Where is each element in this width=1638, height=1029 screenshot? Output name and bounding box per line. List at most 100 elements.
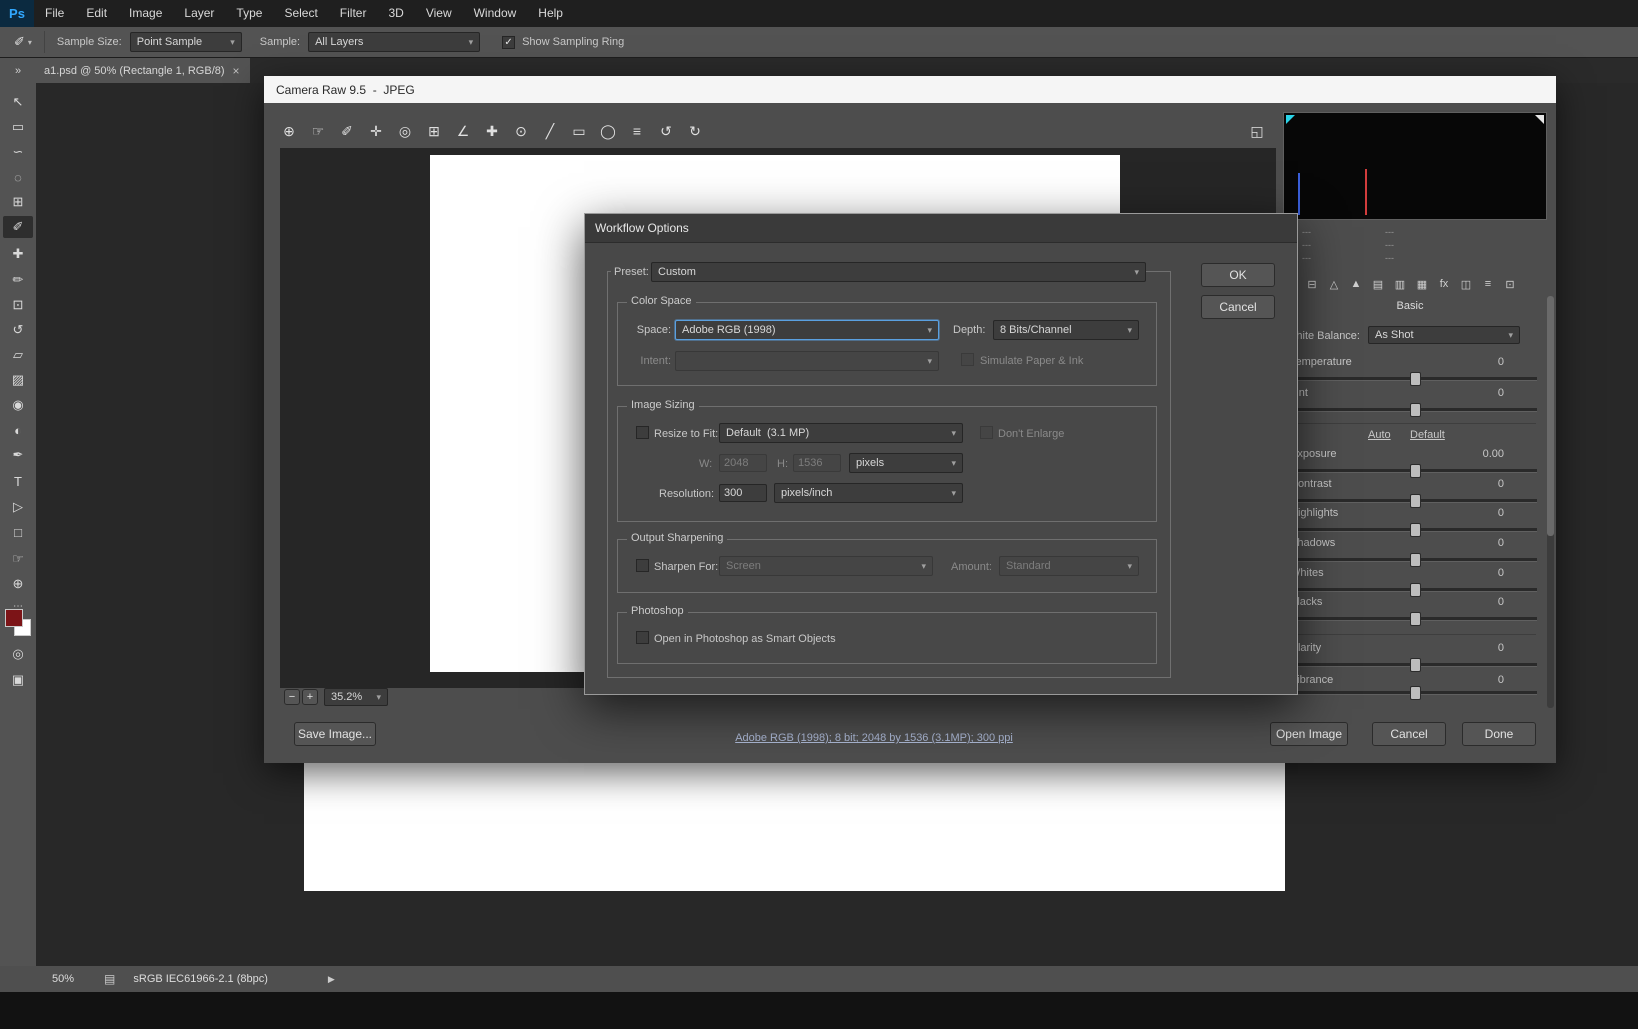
red-eye-tool-icon[interactable]: ⊙ <box>512 120 530 142</box>
resolution-unit-dropdown[interactable]: pixels/inch ▾ <box>774 483 963 503</box>
menu-window[interactable]: Window <box>463 0 528 27</box>
status-zoom[interactable]: 50% <box>52 973 74 985</box>
zoom-out-button[interactable]: − <box>284 689 300 705</box>
sample-dropdown[interactable]: All Layers ▾ <box>308 32 481 52</box>
slider-thumb[interactable] <box>1410 612 1421 626</box>
targeted-adjustment-tool-icon[interactable]: ◎ <box>396 120 414 142</box>
clarity-slider[interactable] <box>1293 658 1537 672</box>
quick-selection-tool[interactable]: ◌ <box>3 166 33 188</box>
brush-tool[interactable]: ✏ <box>3 269 33 291</box>
shape-tool[interactable]: □ <box>3 521 33 543</box>
move-tool[interactable]: ↖ <box>3 91 33 113</box>
slider-thumb[interactable] <box>1410 464 1421 478</box>
hsl-tab-icon[interactable]: ▤ <box>1370 276 1386 292</box>
slider-thumb[interactable] <box>1410 372 1421 386</box>
type-tool[interactable]: T <box>3 470 33 492</box>
contrast-slider[interactable] <box>1293 494 1537 508</box>
menu-3d[interactable]: 3D <box>377 0 414 27</box>
panel-scrollbar[interactable] <box>1547 296 1554 708</box>
path-selection-tool[interactable]: ▷ <box>3 496 33 518</box>
fullscreen-toggle-icon[interactable]: ◱ <box>1248 120 1266 142</box>
zoom-in-button[interactable]: + <box>302 689 318 705</box>
slider-thumb[interactable] <box>1410 553 1421 567</box>
whites-slider[interactable] <box>1293 583 1537 597</box>
sample-size-dropdown[interactable]: Point Sample ▾ <box>129 32 242 52</box>
workflow-options-link[interactable]: Adobe RGB (1998); 8 bit; 2048 by 1536 (3… <box>664 728 1084 746</box>
zoom-tool-icon[interactable]: ⊕ <box>280 120 298 142</box>
default-link[interactable]: Default <box>1410 429 1445 441</box>
hand-tool-icon[interactable]: ☞ <box>309 120 327 142</box>
lasso-tool[interactable]: ∽ <box>3 141 33 163</box>
menu-select[interactable]: Select <box>273 0 328 27</box>
status-arrow-icon[interactable]: ▶ <box>328 974 335 985</box>
foreground-color-swatch[interactable] <box>5 609 23 627</box>
tab-close-icon[interactable]: × <box>233 64 240 78</box>
exposure-slider[interactable] <box>1293 464 1537 478</box>
dodge-tool[interactable]: ◐ <box>3 419 33 441</box>
screen-mode-button[interactable]: ▣ <box>3 669 33 691</box>
clone-stamp-tool[interactable]: ⊡ <box>3 294 33 316</box>
resize-to-fit-checkbox[interactable] <box>636 426 649 439</box>
tint-slider[interactable] <box>1293 403 1537 417</box>
white-balance-tool-icon[interactable]: ✐ <box>338 120 356 142</box>
lens-corrections-tab-icon[interactable]: ▦ <box>1414 276 1430 292</box>
detail-tab-icon[interactable]: ▲ <box>1348 276 1364 292</box>
straighten-tool-icon[interactable]: ∠ <box>454 120 472 142</box>
slider-thumb[interactable] <box>1410 523 1421 537</box>
dialog-titlebar[interactable]: Workflow Options <box>585 214 1297 243</box>
slider-thumb[interactable] <box>1410 686 1421 700</box>
show-sampling-ring-checkbox[interactable]: ✓ <box>502 35 516 49</box>
tone-curve-tab-icon[interactable]: △ <box>1326 276 1342 292</box>
split-toning-tab-icon[interactable]: ▥ <box>1392 276 1408 292</box>
menu-layer[interactable]: Layer <box>173 0 225 27</box>
dialog-cancel-button[interactable]: Cancel <box>1201 295 1275 319</box>
rotate-left-icon[interactable]: ↺ <box>657 120 675 142</box>
blur-tool[interactable]: ◉ <box>3 394 33 416</box>
camera-raw-titlebar[interactable]: Camera Raw 9.5 - JPEG <box>264 76 1556 103</box>
status-profile[interactable]: sRGB IEC61966-2.1 (8bpc) <box>133 973 268 985</box>
camera-raw-cancel-button[interactable]: Cancel <box>1372 722 1446 746</box>
gradient-tool[interactable]: ▨ <box>3 369 33 391</box>
tool-preset-button[interactable]: ✐ ▾ <box>14 34 32 50</box>
save-image-button[interactable]: Save Image... <box>294 722 376 746</box>
slider-thumb[interactable] <box>1410 403 1421 417</box>
resolution-field[interactable] <box>719 484 767 502</box>
slider-thumb[interactable] <box>1410 494 1421 508</box>
ok-button[interactable]: OK <box>1201 263 1275 287</box>
pen-tool[interactable]: ✒ <box>3 444 33 466</box>
document-tab[interactable]: a1.psd @ 50% (Rectangle 1, RGB/8) × <box>36 58 250 83</box>
white-balance-dropdown[interactable]: As Shot ▾ <box>1368 326 1520 344</box>
menu-type[interactable]: Type <box>225 0 273 27</box>
size-unit-dropdown[interactable]: pixels ▾ <box>849 453 963 473</box>
radial-filter-tool-icon[interactable]: ◯ <box>599 120 617 142</box>
blacks-slider[interactable] <box>1293 612 1537 626</box>
healing-brush-tool[interactable]: ✚ <box>3 243 33 265</box>
sharpen-for-checkbox[interactable] <box>636 559 649 572</box>
history-brush-tool[interactable]: ↺ <box>3 319 33 341</box>
panel-overflow-chevron[interactable]: » <box>0 58 36 83</box>
vibrance-slider[interactable] <box>1293 686 1537 700</box>
spot-removal-tool-icon[interactable]: ✚ <box>483 120 501 142</box>
highlight-clipping-icon[interactable] <box>1535 115 1544 124</box>
menu-view[interactable]: View <box>415 0 463 27</box>
highlights-slider[interactable] <box>1293 523 1537 537</box>
color-sampler-tool-icon[interactable]: ✛ <box>367 120 385 142</box>
shadow-clipping-icon[interactable] <box>1286 115 1295 124</box>
hand-tool[interactable]: ☞ <box>3 548 33 570</box>
crop-tool-icon[interactable]: ⊞ <box>425 120 443 142</box>
status-doc-icon[interactable]: ▤ <box>104 972 115 986</box>
depth-dropdown[interactable]: 8 Bits/Channel ▾ <box>993 320 1139 340</box>
preset-dropdown[interactable]: Custom ▾ <box>651 262 1146 282</box>
zoom-level-dropdown[interactable]: 35.2% ▾ <box>324 688 388 706</box>
done-button[interactable]: Done <box>1462 722 1536 746</box>
menu-help[interactable]: Help <box>527 0 574 27</box>
resize-to-fit-dropdown[interactable]: Default (3.1 MP) ▾ <box>719 423 963 443</box>
crop-tool[interactable]: ⊞ <box>3 191 33 213</box>
slider-thumb[interactable] <box>1410 658 1421 672</box>
presets-tab-icon[interactable]: ≡ <box>1480 276 1496 292</box>
rotate-right-icon[interactable]: ↻ <box>686 120 704 142</box>
adjustment-brush-tool-icon[interactable]: ╱ <box>541 120 559 142</box>
marquee-tool[interactable]: ▭ <box>3 116 33 138</box>
menu-image[interactable]: Image <box>118 0 173 27</box>
eyedropper-tool-selected[interactable]: ✐ <box>3 216 33 238</box>
